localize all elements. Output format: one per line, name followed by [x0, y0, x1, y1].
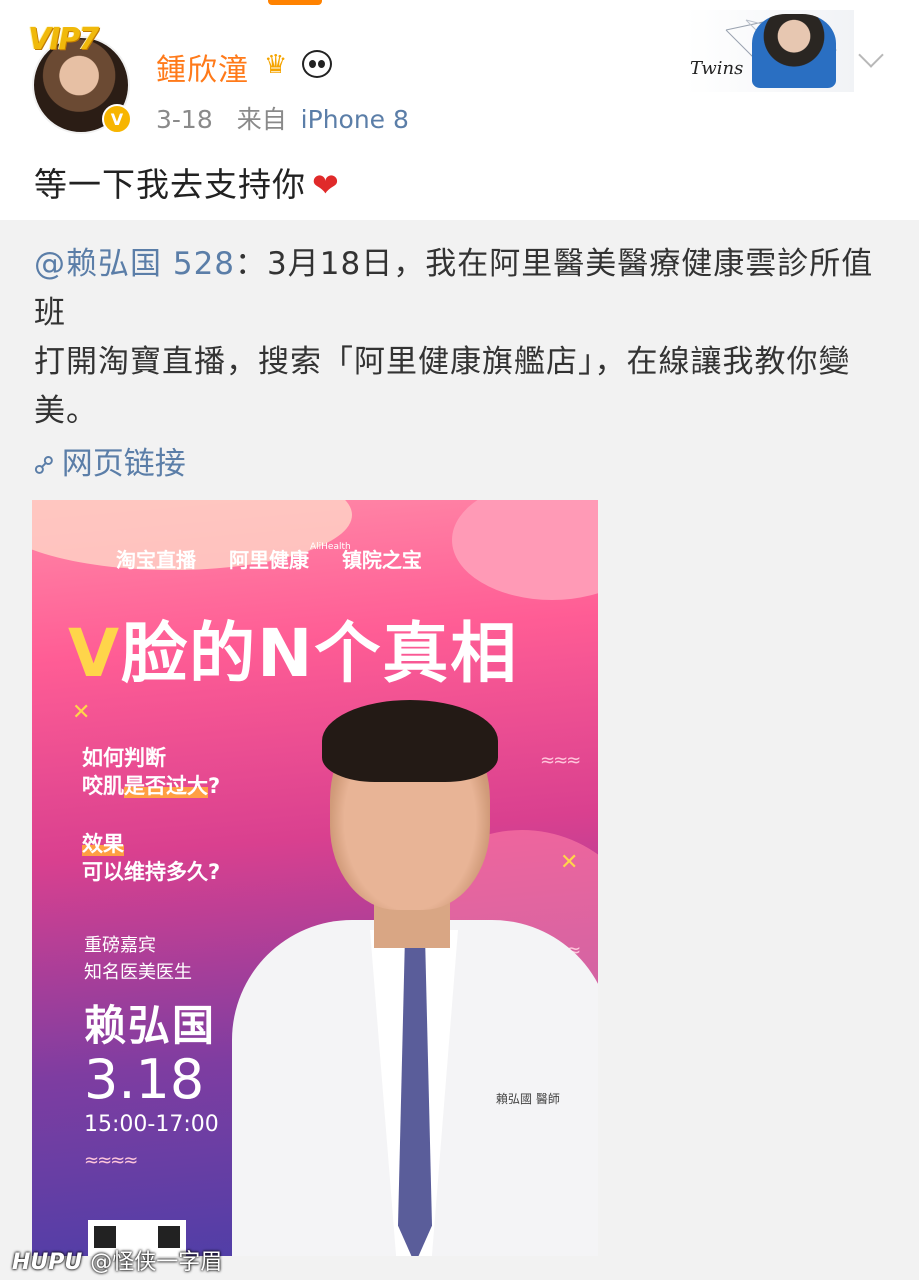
poster-title-v: V: [68, 615, 122, 692]
question-1-line1: 如何判断: [82, 746, 166, 770]
sparkle-icon: ✕: [560, 850, 579, 875]
question-2-line1: 效果: [82, 830, 220, 858]
crown-icon: ♛: [264, 50, 288, 80]
wave-decoration: ≈≈≈≈: [84, 1150, 138, 1171]
question-2-highlight: 效果: [82, 832, 124, 856]
vip-badge: VIP7: [28, 22, 99, 57]
guest-line2: 知名医美医生: [84, 962, 192, 983]
source-link[interactable]: iPhone 8: [301, 105, 409, 134]
question-1-line2: 咬肌是否过大?: [82, 772, 220, 800]
brand-tagline: 镇院之宝: [341, 548, 422, 572]
poster-date: 3.18: [84, 1048, 205, 1111]
repost-line2: 打開淘寶直播，搜索「阿里健康旗艦店」，在線讓我教你變美。: [34, 344, 851, 429]
question-2-line2: 可以维持多久?: [82, 860, 221, 884]
guest-label: 重磅嘉宾 知名医美医生: [84, 932, 192, 986]
active-tab-indicator: [268, 0, 322, 5]
card-signature: Twins: [690, 58, 744, 79]
sparkle-icon: ✕: [72, 700, 91, 725]
poster-brands: 淘宝直播 阿里健康 镇院之宝: [116, 544, 448, 573]
poster-title: V脸的N个真相: [68, 600, 518, 696]
wave-decoration: ≈≈≈: [540, 750, 581, 771]
card-portrait: [752, 14, 836, 88]
post-text: 等一下我去支持你 ❤: [34, 158, 340, 206]
poster-time: 15:00-17:00: [84, 1112, 219, 1137]
watermark-author: @怪侠一字眉: [90, 1250, 223, 1275]
repost-text: @赖弘国 528：3月18日，我在阿里醫美醫療健康雲診所值班 打開淘寶直播，搜索…: [34, 240, 894, 436]
doctor-hair: [322, 700, 498, 782]
verified-icon: V: [102, 104, 132, 134]
brand-alihealth-en: AliHealth: [310, 542, 351, 552]
post-meta: 3-18 来自 iPhone 8: [156, 100, 409, 136]
post-date: 3-18: [156, 105, 213, 134]
mention-link[interactable]: @赖弘国 528: [34, 246, 235, 282]
username[interactable]: 鍾欣潼: [156, 45, 249, 89]
question-1-pre: 咬肌: [82, 774, 124, 798]
panda-icon: [302, 50, 332, 78]
coat-name-tag: 賴弘國 醫師: [496, 1092, 560, 1106]
question-1: 如何判断 咬肌是否过大?: [82, 744, 220, 800]
chevron-down-icon[interactable]: [858, 42, 884, 68]
watermark: HUPU @怪侠一字眉: [12, 1244, 222, 1276]
avatar-container[interactable]: VIP7 V: [24, 22, 136, 134]
brand-taobao-live: 淘宝直播: [116, 548, 196, 572]
poster-title-rest: 脸的N个真相: [121, 615, 519, 692]
guest-line1: 重磅嘉宾: [84, 935, 156, 956]
web-link-label: 网页链接: [61, 446, 186, 482]
from-label: 来自: [236, 105, 287, 134]
poster-image[interactable]: 淘宝直播 阿里健康 镇院之宝 AliHealth V脸的N个真相 ✕ ✕ ≈≈≈…: [32, 500, 598, 1256]
watermark-site: HUPU: [12, 1250, 83, 1275]
question-1-highlight: 是否过大: [124, 774, 208, 798]
brand-alihealth: 阿里健康: [228, 548, 309, 572]
heart-icon: ❤: [312, 166, 340, 204]
top-bar: [0, 0, 919, 8]
question-1-post: ?: [208, 774, 221, 798]
doctor-name: 赖弘国: [84, 1001, 217, 1050]
poster-blob: [452, 500, 598, 600]
question-2: 效果 可以维持多久?: [82, 830, 220, 886]
post-body: 等一下我去支持你: [34, 165, 306, 204]
web-link[interactable]: ⚯网页链接: [27, 438, 186, 484]
